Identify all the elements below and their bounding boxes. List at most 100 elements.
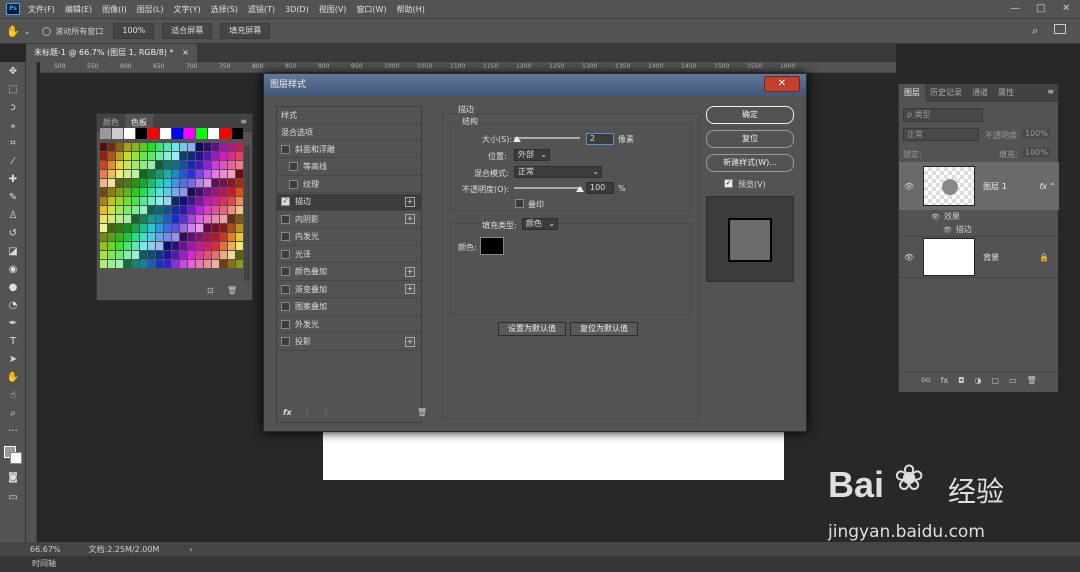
swatch[interactable] (116, 233, 123, 241)
swatch[interactable] (228, 161, 235, 169)
swatch[interactable] (124, 233, 131, 241)
new-group-icon[interactable]: ▢ (991, 376, 999, 385)
swatch[interactable] (172, 215, 179, 223)
swatch[interactable] (116, 260, 123, 268)
path-select-icon[interactable]: ➤ (0, 350, 26, 368)
swatch[interactable] (188, 224, 195, 232)
swatch[interactable] (132, 143, 139, 151)
swatch[interactable] (132, 170, 139, 178)
swatch[interactable] (164, 197, 171, 205)
swatch[interactable] (108, 224, 115, 232)
swatch[interactable] (228, 206, 235, 214)
swatch[interactable] (124, 242, 131, 250)
tab-layers[interactable]: 图层 (899, 84, 925, 102)
swatch[interactable] (124, 224, 131, 232)
swatch[interactable] (204, 233, 211, 241)
swatch[interactable] (204, 170, 211, 178)
add-instance-icon[interactable]: + (405, 266, 415, 277)
swatch[interactable] (180, 179, 187, 187)
swatch[interactable] (180, 143, 187, 151)
delete-layer-icon[interactable]: 🗑 (1027, 376, 1037, 385)
effects-eye-icon[interactable]: 👁 (931, 213, 940, 221)
swatch[interactable] (196, 215, 203, 223)
swatch[interactable] (160, 128, 171, 139)
swatch[interactable] (116, 242, 123, 250)
swatch[interactable] (236, 206, 243, 214)
swatch[interactable] (180, 197, 187, 205)
swatch[interactable] (148, 152, 155, 160)
swatch[interactable] (140, 143, 147, 151)
swatch[interactable] (212, 251, 219, 259)
size-slider-track[interactable] (514, 137, 580, 139)
swatch[interactable] (220, 242, 227, 250)
swatch[interactable] (156, 215, 163, 223)
swatch[interactable] (172, 233, 179, 241)
swatch[interactable] (196, 188, 203, 196)
canvas-document[interactable] (323, 428, 784, 480)
swatch[interactable] (116, 251, 123, 259)
delete-swatch-icon[interactable]: 🗑 (227, 286, 237, 295)
swatch[interactable] (156, 143, 163, 151)
add-instance-icon[interactable]: + (405, 336, 415, 347)
swatch[interactable] (236, 251, 243, 259)
swatch[interactable] (228, 242, 235, 250)
swatch[interactable] (196, 170, 203, 178)
swatch[interactable] (220, 152, 227, 160)
opacity-slider-thumb[interactable] (576, 186, 584, 192)
swatch[interactable] (132, 188, 139, 196)
swatch[interactable] (212, 161, 219, 169)
swatch[interactable] (116, 188, 123, 196)
workspace-icon[interactable] (1054, 24, 1066, 34)
swatch[interactable] (228, 224, 235, 232)
screen-mode-icon[interactable]: ▭ (0, 488, 26, 506)
swatch[interactable] (148, 143, 155, 151)
swatch[interactable] (188, 242, 195, 250)
swatch[interactable] (108, 143, 115, 151)
swatch[interactable] (156, 224, 163, 232)
eraser-tool-icon[interactable]: ◪ (0, 242, 26, 260)
swatch[interactable] (164, 143, 171, 151)
swatch[interactable] (228, 233, 235, 241)
style-checkbox[interactable] (289, 162, 298, 171)
swatch[interactable] (196, 206, 203, 214)
swatch[interactable] (164, 170, 171, 178)
add-instance-icon[interactable]: + (405, 196, 415, 207)
fit-screen-button[interactable]: 适合屏幕 (162, 23, 213, 39)
swatch[interactable] (188, 170, 195, 178)
new-swatch-icon[interactable]: ⊡ (207, 286, 214, 295)
menu-filter[interactable]: 滤镜(T) (248, 4, 275, 15)
swatch[interactable] (172, 197, 179, 205)
swatch[interactable] (220, 188, 227, 196)
position-select[interactable]: 外部 ⌄ (514, 149, 550, 161)
style-item[interactable]: 内发光 (277, 229, 421, 246)
swatch[interactable] (156, 197, 163, 205)
stroke-blend-mode-select[interactable]: 正常 ⌄ (514, 166, 602, 178)
swatch[interactable] (164, 179, 171, 187)
swatch[interactable] (212, 206, 219, 214)
search-icon[interactable]: ⌕ (1032, 24, 1038, 38)
swatch[interactable] (228, 197, 235, 205)
style-item[interactable]: 投影 + (277, 334, 421, 351)
swatch[interactable] (132, 260, 139, 268)
new-style-button[interactable]: 新建样式(W)... (706, 154, 794, 172)
scroll-all-checkbox[interactable] (42, 26, 52, 36)
swatch[interactable] (156, 233, 163, 241)
swatch[interactable] (236, 170, 243, 178)
swatch[interactable] (108, 197, 115, 205)
swatch[interactable] (204, 215, 211, 223)
swatch[interactable] (220, 206, 227, 214)
style-checkbox[interactable] (289, 179, 298, 189)
swatch[interactable] (108, 242, 115, 250)
swatch[interactable] (148, 242, 155, 250)
style-checkbox[interactable] (281, 249, 290, 259)
swatch[interactable] (220, 215, 227, 223)
swatch[interactable] (188, 233, 195, 241)
quick-mask-icon[interactable]: ◙ (0, 468, 26, 486)
swatch[interactable] (212, 197, 219, 205)
style-checkbox[interactable] (281, 267, 290, 276)
swatch[interactable] (132, 233, 139, 241)
swatch[interactable] (116, 197, 123, 205)
swatch[interactable] (172, 242, 179, 250)
swatch[interactable] (148, 224, 155, 232)
swatch[interactable] (212, 170, 219, 178)
